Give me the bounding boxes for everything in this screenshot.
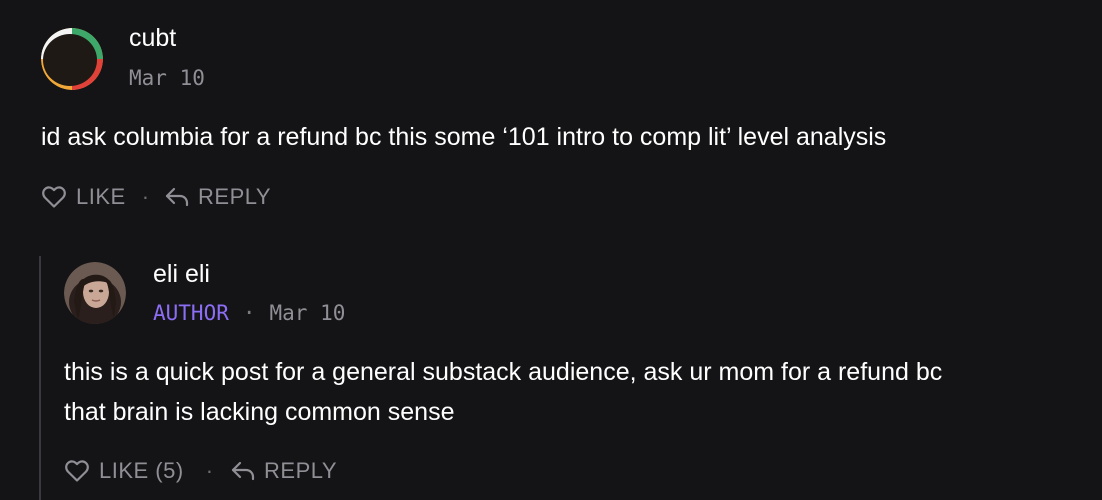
avatar[interactable] [64,262,126,324]
avatar-image [41,28,103,90]
reply-text-line-2: that brain is lacking common sense [64,398,455,426]
reply-button[interactable]: REPLY [231,458,337,484]
reply-text-line-1: this is a quick post for a general subst… [64,358,943,386]
comment-eli-eli: eli eli AUTHOR · Mar 10 this is a quick po… [0,230,1102,500]
reply-meta: AUTHOR · Mar 10 [153,301,345,325]
avatar-image [64,262,126,324]
reply-label: REPLY [198,184,272,209]
comment-date[interactable]: Mar 10 [129,66,205,90]
comment-text: id ask columbia for a refund bc this som… [41,123,887,151]
reply-text: this is a quick post for a general subst… [64,352,942,432]
comment-cubt: cubt Mar 10 id ask columbia for a refund… [0,0,1102,230]
meta-separator: · [242,301,256,325]
reply-author-name[interactable]: eli eli [153,260,210,289]
action-separator: · [205,458,214,483]
like-button[interactable]: LIKE [41,184,126,210]
reply-arrow-icon [165,187,189,207]
like-label: LIKE [76,184,126,209]
author-badge: AUTHOR [153,301,229,325]
like-button[interactable]: LIKE (5) [64,458,184,484]
reply-arrow-icon [231,461,255,481]
reply-label: REPLY [264,458,338,483]
like-label: LIKE (5) [99,458,184,483]
heart-outline-icon [42,186,66,208]
heart-outline-icon [65,460,89,482]
comment-actions: LIKE · REPLY [41,184,271,210]
reply-actions: LIKE (5) · REPLY [64,458,337,484]
reply-button[interactable]: REPLY [165,184,271,210]
avatar[interactable] [41,28,103,90]
action-separator: · [141,184,150,209]
comment-author-name[interactable]: cubt [129,24,176,53]
reply-date[interactable]: Mar 10 [270,301,346,325]
